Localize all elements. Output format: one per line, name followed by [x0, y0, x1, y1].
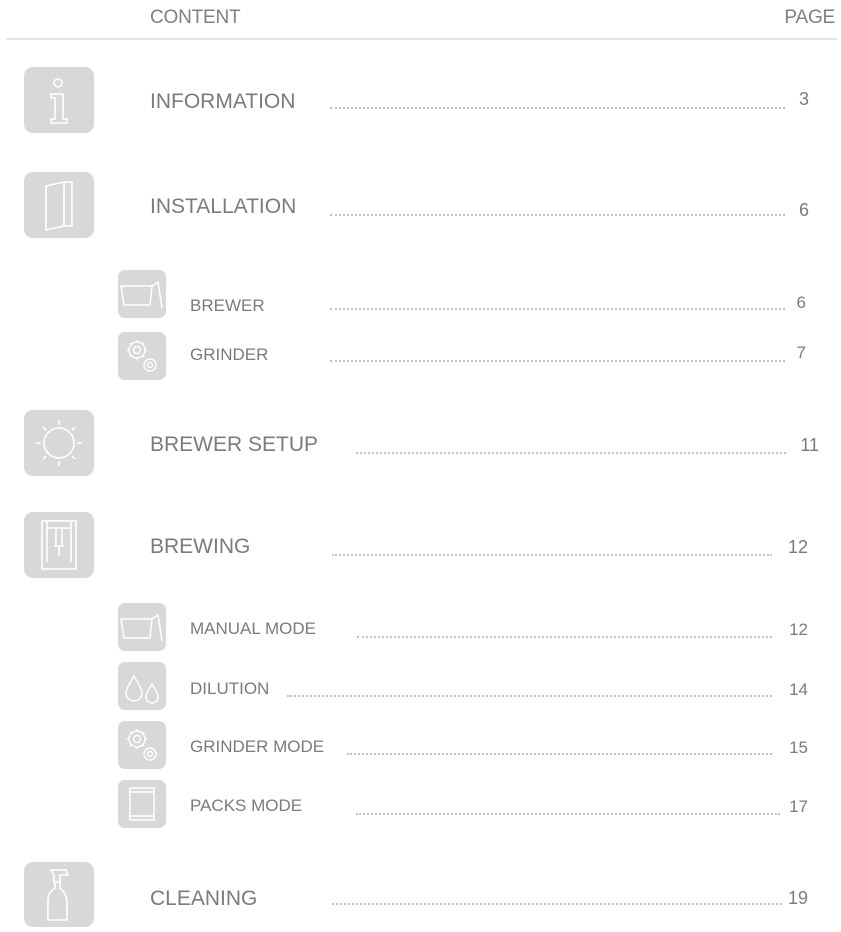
spray-bottle-icon: [24, 862, 94, 927]
toc-label-cleaning[interactable]: CLEANING: [150, 887, 257, 911]
toc-label-dilution[interactable]: DILUTION: [190, 679, 269, 699]
toc-leader-dots: [330, 214, 785, 216]
page-heading: PAGE: [784, 7, 835, 28]
water-drops-icon: [118, 662, 166, 710]
toc-leader-dots: [357, 636, 772, 638]
toc-leader-dots: [330, 107, 785, 109]
toc-page-installation: 6: [798, 200, 809, 220]
header-divider: [6, 38, 837, 40]
manual-book-icon: [24, 172, 94, 238]
toc-leader-dots: [347, 753, 772, 755]
toc-label-brewer[interactable]: BREWER: [190, 296, 265, 316]
toc-page-grinder-mode: 15: [789, 738, 808, 757]
toc-label-packs-mode[interactable]: PACKS MODE: [190, 796, 302, 816]
toc-label-installation[interactable]: INSTALLATION: [150, 195, 296, 219]
toc-leader-dots: [330, 360, 785, 362]
toc-label-brewing[interactable]: BREWING: [150, 535, 250, 559]
toc-label-grinder[interactable]: GRINDER: [190, 345, 268, 365]
toc-page-packs-mode: 17: [789, 797, 808, 816]
toc-page-information: 3: [798, 89, 809, 109]
toc-page-manual-mode: 12: [789, 620, 808, 639]
toc-label-information[interactable]: INFORMATION: [150, 90, 295, 114]
toc-leader-dots: [356, 813, 780, 815]
toc-page-brewer-setup: 11: [800, 435, 819, 455]
brewer-tower-icon: [24, 512, 94, 578]
brewer-basket-icon: [118, 270, 166, 318]
grinder-gears-icon: [118, 721, 166, 769]
toc-label-brewer-setup[interactable]: BREWER SETUP: [150, 433, 318, 457]
toc-page-grinder: 7: [796, 343, 806, 362]
info-icon: [24, 67, 94, 133]
toc-leader-dots: [287, 695, 772, 697]
content-heading: CONTENT: [150, 7, 241, 28]
toc-label-manual-mode[interactable]: MANUAL MODE: [190, 619, 316, 639]
setup-gear-icon: [24, 410, 94, 476]
toc-leader-dots: [330, 308, 785, 310]
toc-leader-dots: [332, 903, 782, 905]
toc-page-dilution: 14: [789, 680, 808, 699]
toc-page-cleaning: 19: [787, 888, 808, 908]
grinder-gears-icon: [118, 332, 166, 380]
toc-leader-dots: [356, 452, 786, 454]
toc-label-grinder-mode[interactable]: GRINDER MODE: [190, 737, 324, 757]
coffee-pack-icon: [118, 780, 166, 828]
toc-leader-dots: [332, 554, 772, 556]
toc-page-brewer: 6: [796, 293, 806, 312]
brewer-basket-icon: [118, 603, 166, 651]
toc-page-brewing: 12: [787, 537, 808, 557]
